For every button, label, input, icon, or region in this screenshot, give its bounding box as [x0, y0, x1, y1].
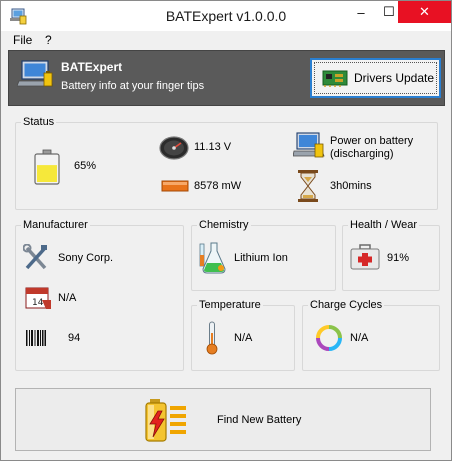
header-subtitle: Battery info at your finger tips — [61, 80, 205, 92]
barcode-icon — [26, 330, 46, 346]
header-banner: BATExpert Battery info at your finger ti… — [8, 50, 445, 106]
status-label: Status — [21, 116, 57, 128]
temperature-value: N/A — [234, 332, 253, 344]
temperature-label: Temperature — [197, 299, 263, 311]
thermometer-icon — [206, 321, 218, 355]
menu-help[interactable]: ? — [45, 33, 52, 47]
minimize-button[interactable]: – — [347, 1, 375, 23]
drivers-update-button[interactable]: Drivers Update — [310, 58, 441, 98]
power-bar-icon — [161, 180, 189, 192]
manufacturer-label: Manufacturer — [21, 219, 90, 231]
charge-cycles-label: Charge Cycles — [308, 299, 385, 311]
manufacturer-name: Sony Corp. — [58, 252, 114, 264]
chemistry-value: Lithium Ion — [234, 252, 288, 264]
svg-text:14: 14 — [32, 298, 44, 308]
hourglass-icon — [298, 170, 318, 202]
power-source-line1: Power on battery — [330, 135, 414, 147]
app-window: BATExpert v1.0.0.0 – ☐ ✕ File ? BATExper… — [0, 0, 452, 461]
tools-icon — [23, 244, 47, 270]
menu-file[interactable]: File — [13, 33, 32, 47]
serial-number: 94 — [68, 332, 81, 344]
flask-icon — [199, 242, 226, 274]
charge-percent: 65% — [74, 160, 97, 172]
health-value: 91% — [387, 252, 410, 264]
menu-bar: File ? — [1, 31, 451, 49]
power-source-line2: (discharging) — [330, 148, 394, 160]
chemistry-label: Chemistry — [197, 219, 251, 231]
calendar-icon: 14 — [25, 287, 51, 309]
laptop-icon — [17, 60, 53, 87]
cycle-arrows-icon — [316, 325, 342, 351]
voltage-value: 11.13 V — [194, 141, 232, 153]
manufacture-date: N/A — [58, 292, 77, 304]
battery-bolt-icon — [145, 399, 186, 442]
first-aid-kit-icon — [350, 244, 380, 270]
battery-icon — [34, 149, 60, 185]
laptop-icon — [293, 132, 325, 158]
title-bar: BATExpert v1.0.0.0 – ☐ ✕ — [1, 1, 451, 31]
power-value: 8578 mW — [194, 180, 242, 192]
health-label: Health / Wear — [348, 219, 420, 231]
speedometer-icon — [159, 136, 189, 160]
close-button[interactable]: ✕ — [398, 1, 451, 23]
find-new-battery-button[interactable]: Find New Battery — [15, 388, 431, 451]
drivers-update-label: Drivers Update — [354, 71, 435, 85]
find-new-battery-label: Find New Battery — [217, 414, 302, 426]
header-title: BATExpert — [61, 60, 123, 74]
time-remaining: 3h0mins — [330, 180, 372, 192]
charge-cycles-value: N/A — [350, 332, 369, 344]
